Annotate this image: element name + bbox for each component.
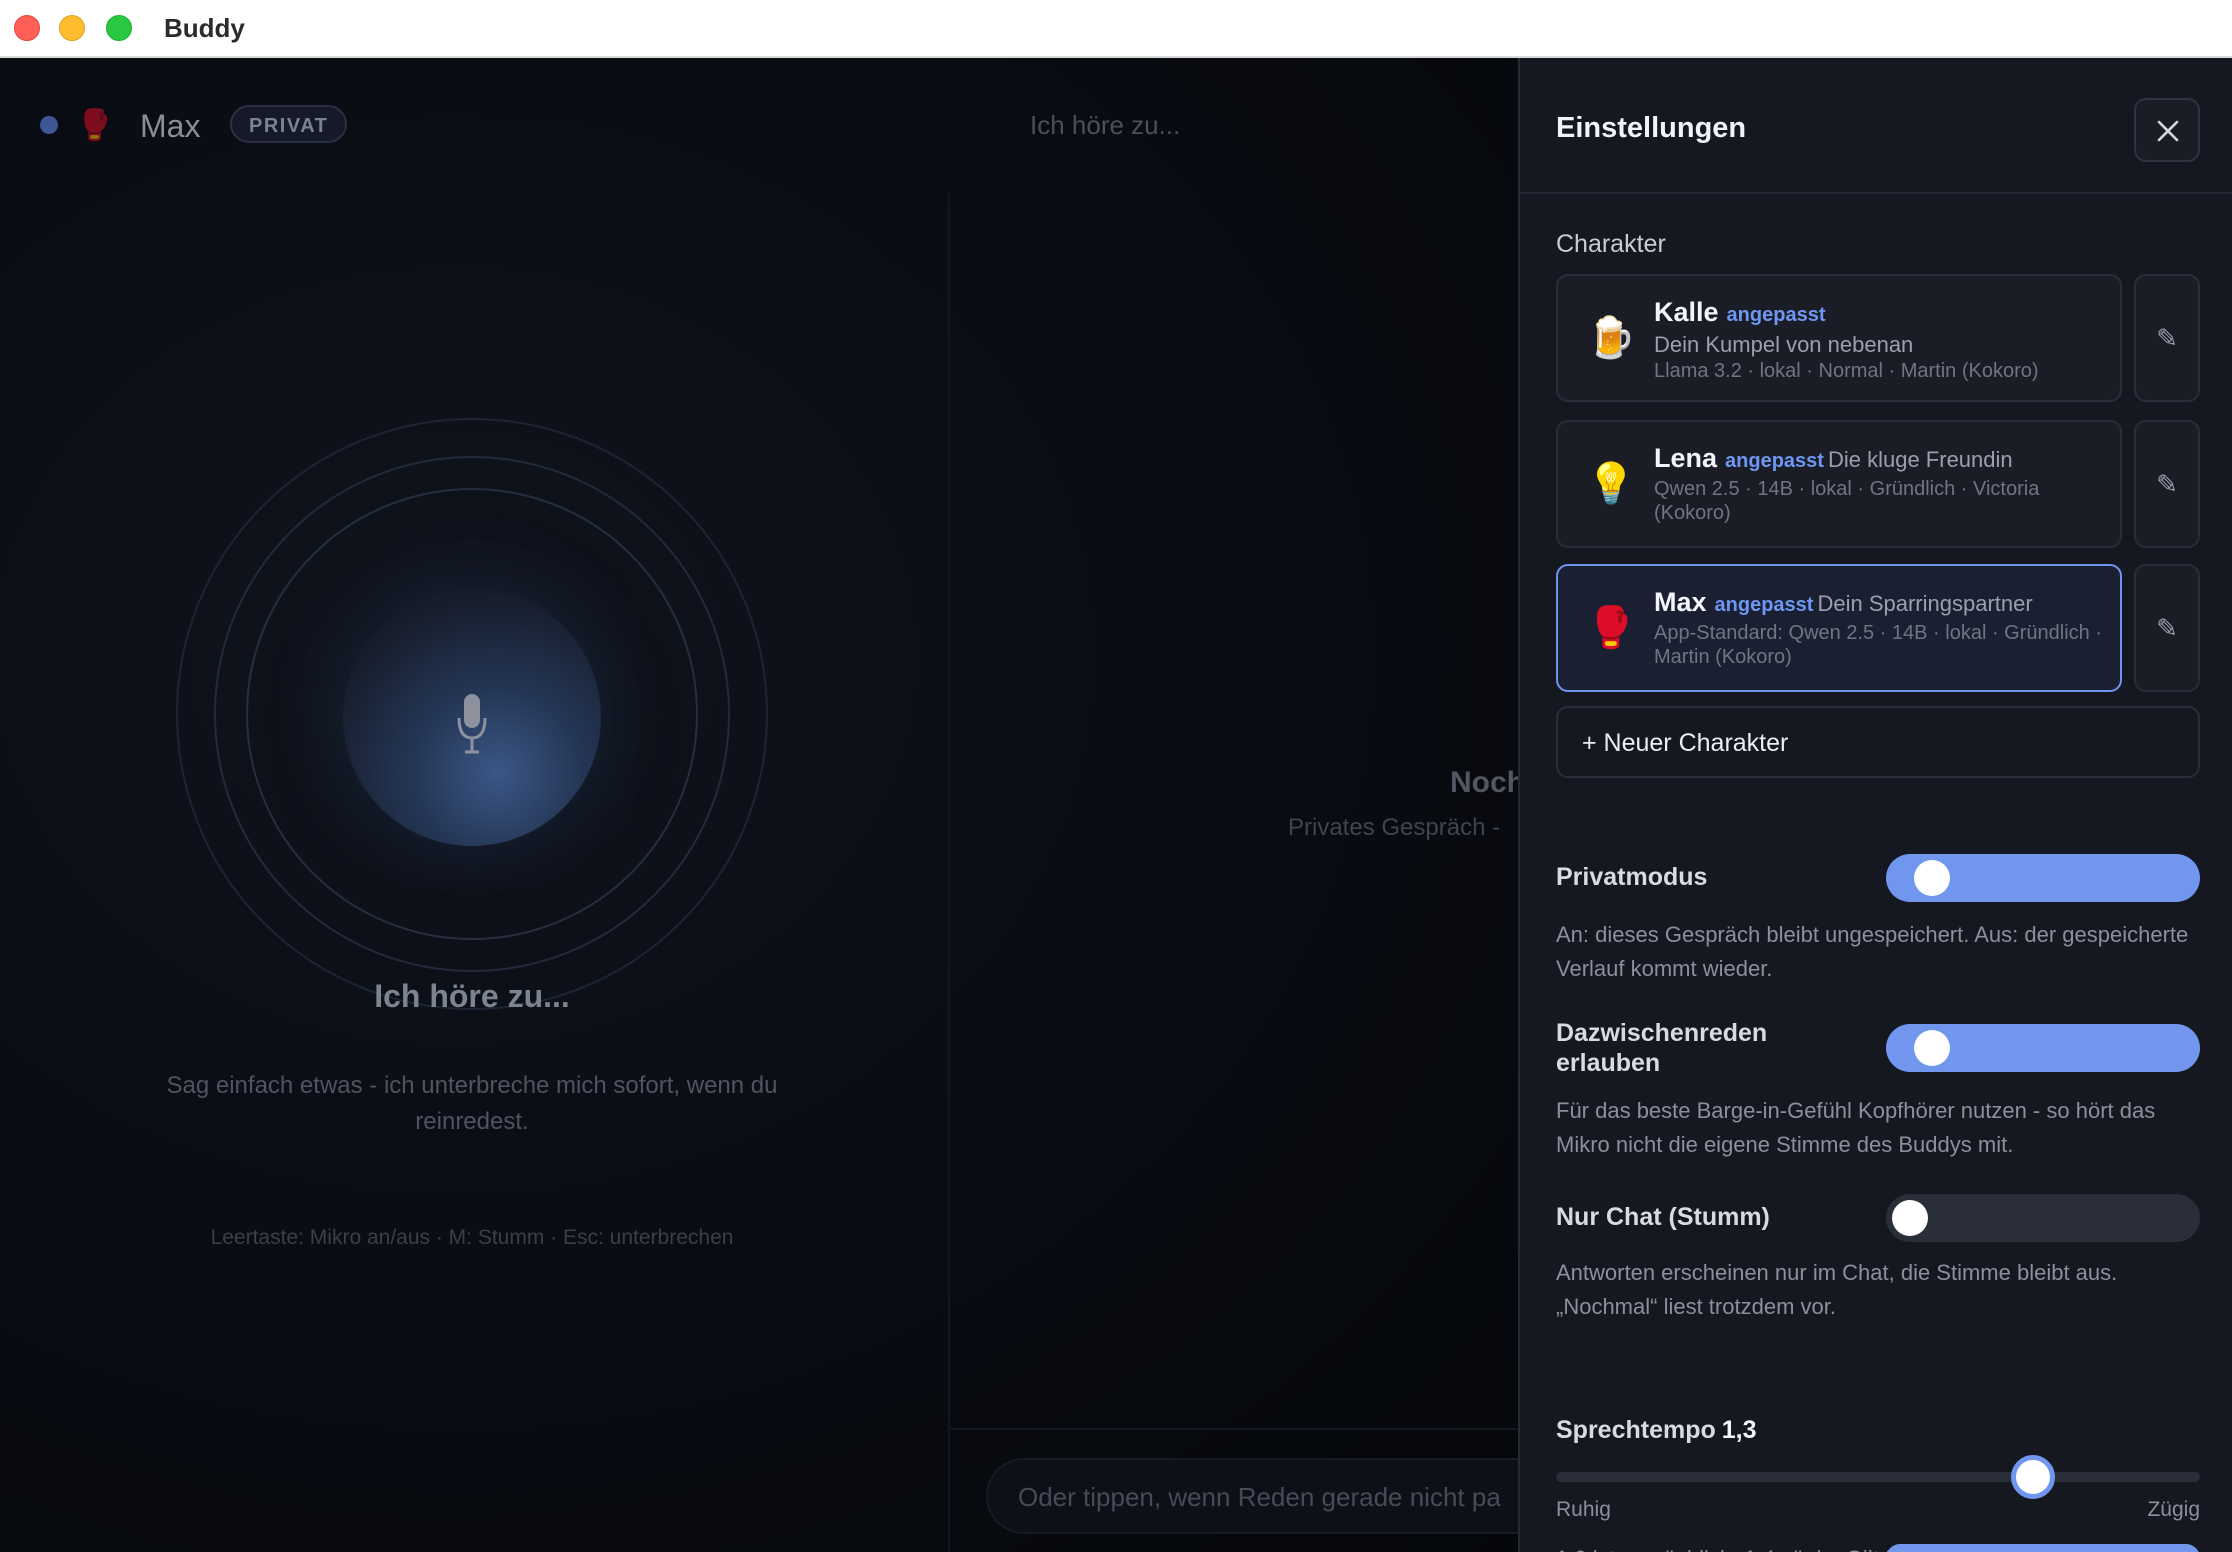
composer-divider: [950, 1428, 1518, 1430]
window-minimize-button[interactable]: [59, 15, 85, 41]
beer-mug-icon: 🍺: [1586, 316, 1636, 360]
private-mode-toggle[interactable]: [1886, 854, 2200, 902]
status-dot: [40, 116, 58, 134]
new-character-label: + Neuer Charakter: [1582, 729, 1789, 757]
settings-panel: Einstellungen Charakter 🍺 Kalle angepasst…: [1518, 58, 2232, 1552]
character-card-kalle[interactable]: 🍺 Kalle angepasst Dein Kumpel von nebenan…: [1556, 274, 2122, 402]
keyboard-shortcuts-hint: Leertaste: Mikro an/aus · M: Stumm · Esc…: [210, 1226, 734, 1249]
character-name: Kalle: [1654, 297, 1719, 327]
boxing-glove-icon: 🥊: [1586, 606, 1636, 650]
voice-status-description: Sag einfach etwas - ich unterbreche mich…: [166, 1072, 778, 1135]
speech-rate-label: Sprechtempo 1,3: [1556, 1416, 1757, 1445]
chat-message-input[interactable]: Oder tippen, wenn Reden gerade nicht pa: [986, 1458, 1518, 1534]
settings-header-divider: [1520, 192, 2232, 194]
window-title: Buddy: [164, 13, 245, 43]
listening-status: Ich höre zu...: [1030, 110, 1181, 140]
speech-rate-value: 1,3: [1721, 1416, 1757, 1444]
chat-only-help: Antworten erscheinen nur im Chat, die St…: [1556, 1260, 2118, 1319]
voice-status-title: Ich höre zu...: [374, 978, 570, 1014]
character-name: Lena: [1654, 443, 1718, 473]
interrupt-toggle[interactable]: [1886, 1024, 2200, 1072]
speech-rate-slider-thumb[interactable]: [2010, 1455, 2055, 1499]
speech-rate-max-label: Zügig: [2147, 1498, 2200, 1521]
customized-badge: angepasst: [1714, 594, 1814, 616]
customized-badge: angepasst: [1726, 304, 1826, 326]
private-mode-help: An: dieses Gespräch bleibt ungespeichert…: [1556, 922, 2189, 981]
character-model-info: Llama 3.2 · lokal · Normal · Martin (Kok…: [1654, 360, 2039, 382]
edit-character-max-button[interactable]: ✎: [2134, 564, 2200, 692]
character-card-max[interactable]: 🥊 Max angepasst Dein Sparringspartner App-…: [1556, 564, 2122, 692]
speech-rate-title: Sprechtempo: [1556, 1416, 1716, 1444]
chat-only-label: Nur Chat (Stumm): [1556, 1203, 1770, 1231]
toggle-knob: [1914, 860, 1950, 896]
privacy-badge: PRIVAT: [230, 105, 348, 143]
settings-title: Einstellungen: [1556, 112, 1747, 144]
pencil-icon: ✎: [2156, 469, 2178, 499]
close-icon: [2157, 120, 2179, 142]
character-card-lena[interactable]: 💡 Lena angepasst Die kluge Freundin Qwen 2…: [1556, 420, 2122, 548]
edit-character-lena-button[interactable]: ✎: [2134, 420, 2200, 548]
main-view: 🥊 Max PRIVAT Ich höre zu... Ich höre zu.…: [0, 58, 1518, 1552]
character-tagline: Dein Sparringspartner: [1817, 591, 2033, 616]
window-close-button[interactable]: [14, 15, 40, 41]
character-name: Max: [1654, 587, 1707, 617]
character-model-info: Qwen 2.5 · 14B · lokal · Gründlich · Vic…: [1654, 478, 2040, 524]
speech-rate-min-label: Ruhig: [1556, 1498, 1611, 1521]
close-settings-button[interactable]: [2134, 98, 2200, 162]
toggle-knob: [1914, 1030, 1950, 1066]
empty-chat-title: Noch: [1450, 766, 1518, 799]
speech-rate-slider-track[interactable]: [1556, 1472, 2200, 1482]
character-emoji-icon: 🥊: [76, 109, 114, 142]
toggle-knob: [1892, 1200, 1928, 1236]
pencil-icon: ✎: [2156, 613, 2178, 643]
pane-divider: [948, 192, 950, 1552]
window-zoom-button[interactable]: [106, 15, 132, 41]
character-tagline: Die kluge Freundin: [1827, 447, 2013, 472]
pencil-icon: ✎: [2156, 323, 2178, 353]
character-model-info: App-Standard: Qwen 2.5 · 14B · lokal · G…: [1654, 622, 2102, 668]
empty-chat-subtitle: Privates Gespräch -: [1288, 814, 1501, 841]
customized-badge: angepasst: [1725, 450, 1824, 472]
light-bulb-icon: 💡: [1586, 462, 1636, 506]
character-section-label: Charakter: [1556, 230, 1666, 258]
new-character-button[interactable]: + Neuer Charakter: [1556, 706, 2200, 778]
interrupt-label: Dazwischenreden erlauben: [1556, 1019, 1768, 1077]
chat-only-toggle[interactable]: [1886, 1194, 2200, 1242]
interrupt-help: Für das beste Barge-in-Gefühl Kopfhörer …: [1556, 1098, 2156, 1157]
character-name: Max: [140, 108, 201, 144]
private-mode-label: Privatmodus: [1556, 863, 1708, 891]
window-titlebar: Buddy: [0, 0, 2232, 58]
chat-input-placeholder: Oder tippen, wenn Reden gerade nicht pa: [1018, 1482, 1501, 1512]
save-settings-button[interactable]: [1886, 1544, 2200, 1552]
character-tagline: Dein Kumpel von nebenan: [1654, 332, 1914, 357]
edit-character-kalle-button[interactable]: ✎: [2134, 274, 2200, 402]
microphone-icon: [457, 694, 487, 754]
